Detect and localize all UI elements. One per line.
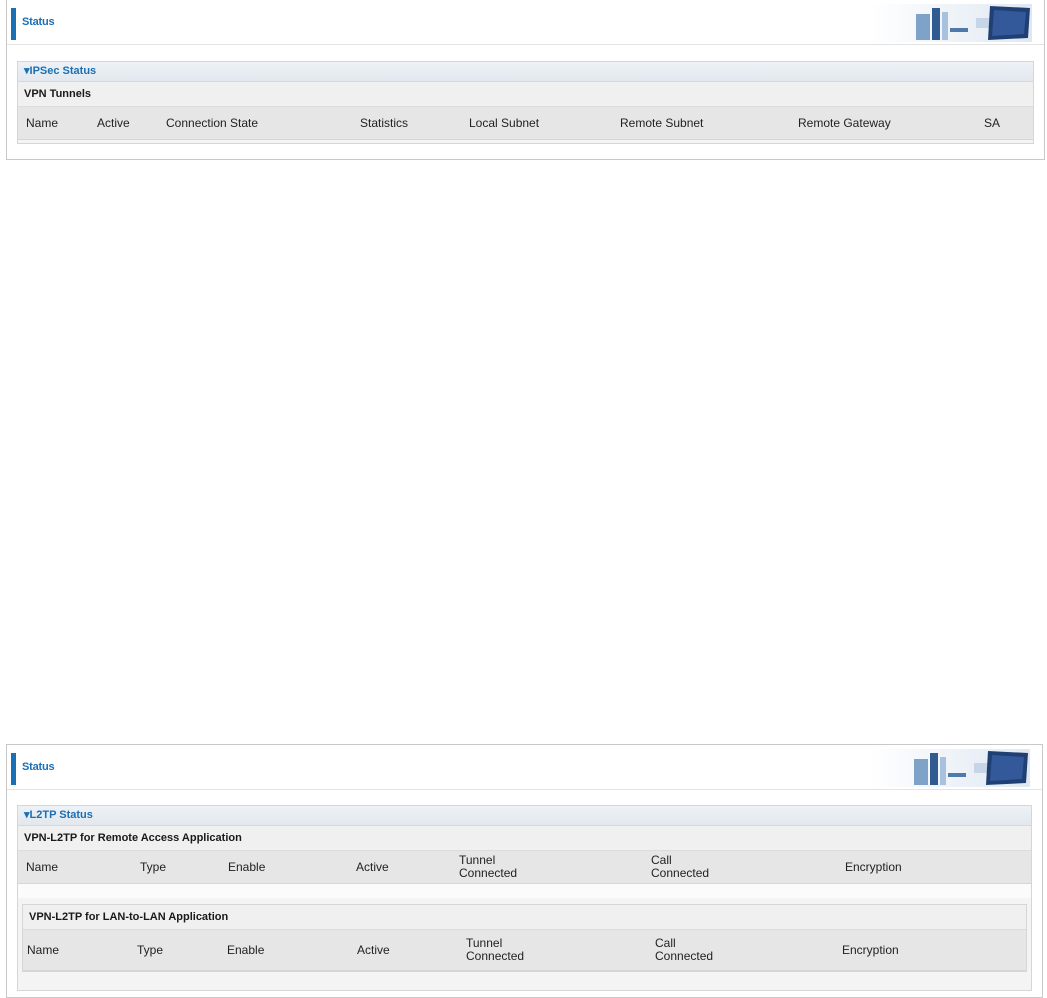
l2tp-status-section: ▾L2TP Status VPN-L2TP for Remote Access …	[17, 805, 1032, 991]
column-header-type: Type	[137, 942, 164, 957]
column-header-sa: SA	[984, 115, 1001, 130]
column-header-name: Name	[27, 942, 60, 957]
column-header-call-connected: Call Connected	[651, 853, 710, 880]
column-header-statistics: Statistics	[360, 115, 409, 130]
remote-access-table-body	[18, 884, 1031, 898]
lan-to-lan-heading: VPN-L2TP for LAN-to-LAN Application	[23, 905, 1026, 930]
l2tp-section-title[interactable]: ▾L2TP Status	[18, 806, 1031, 826]
column-header-connection-state: Connection State	[166, 115, 259, 130]
column-header-call-connected: Call Connected	[655, 936, 714, 963]
page-title: Status	[22, 16, 55, 28]
column-header-active: Active	[97, 115, 130, 130]
column-header-encryption: Encryption	[842, 942, 899, 957]
column-header-tunnel-connected: Tunnel Connected	[459, 853, 518, 880]
network-banner-icon	[872, 4, 1032, 42]
page-header: Status	[7, 745, 1042, 790]
column-header-remote-gateway: Remote Gateway	[798, 115, 891, 130]
vpn-tunnels-heading: VPN Tunnels	[18, 82, 1033, 107]
column-header-tunnel-connected: Tunnel Connected	[466, 936, 525, 963]
ipsec-section-title[interactable]: ▾IPSec Status	[18, 62, 1033, 82]
column-header-enable: Enable	[227, 942, 265, 957]
remote-access-heading: VPN-L2TP for Remote Access Application	[18, 826, 1031, 851]
column-header-encryption: Encryption	[845, 859, 902, 874]
column-header-local-subnet: Local Subnet	[469, 115, 540, 130]
network-banner-icon	[870, 749, 1030, 787]
lan-to-lan-table-header-row: Name Type Enable Active Tunnel Connected…	[23, 930, 1026, 971]
column-header-name: Name	[26, 115, 59, 130]
lan-to-lan-subsection: VPN-L2TP for LAN-to-LAN Application Name…	[22, 904, 1027, 972]
column-header-active: Active	[357, 942, 390, 957]
ipsec-status-section: ▾IPSec Status VPN Tunnels Name Active Co…	[17, 61, 1034, 144]
ipsec-table-header-row: Name Active Connection State Statistics …	[18, 107, 1033, 140]
page-header: Status	[7, 0, 1044, 45]
remote-access-table-header-row: Name Type Enable Active Tunnel Connected…	[18, 851, 1031, 884]
page-title: Status	[22, 761, 55, 773]
ipsec-status-panel: Status ▾IPSec Status VPN Tunnels Name Ac…	[6, 0, 1045, 160]
header-accent-bar	[11, 753, 16, 785]
header-accent-bar	[11, 8, 16, 40]
l2tp-status-panel: Status ▾L2TP Status VPN-L2TP for Remote …	[6, 744, 1043, 998]
column-header-enable: Enable	[228, 859, 266, 874]
column-header-remote-subnet: Remote Subnet	[620, 115, 704, 130]
column-header-active: Active	[356, 859, 389, 874]
column-header-name: Name	[26, 859, 59, 874]
column-header-type: Type	[140, 859, 167, 874]
